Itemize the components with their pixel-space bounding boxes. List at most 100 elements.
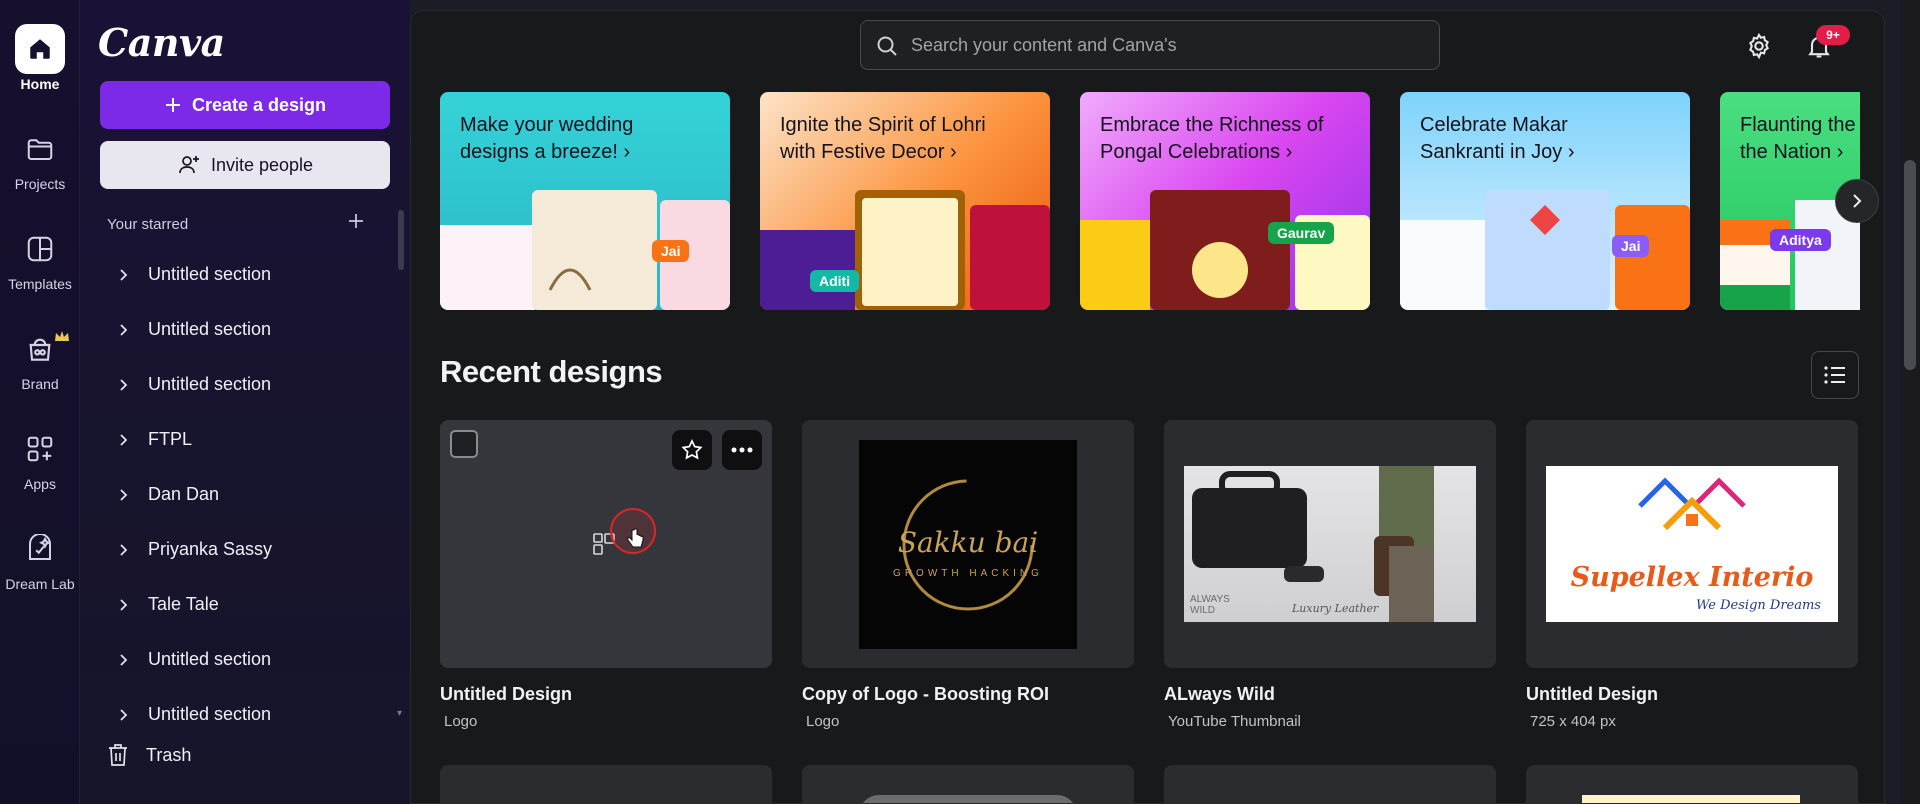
design-subtitle: Logo <box>806 713 840 730</box>
banner-line1: Flaunting the <box>1740 114 1856 136</box>
design-title[interactable]: Copy of Logo - Boosting ROI <box>802 684 1134 705</box>
thumbnail-preview: ALWAYS WILD Luxury Leather <box>1184 466 1476 622</box>
search-icon <box>875 34 899 63</box>
chevron-right-icon <box>100 268 148 282</box>
banner-text: Celebrate Makar Sankranti in Joy › <box>1420 112 1680 166</box>
banner-text: Embrace the Richness of Pongal Celebrati… <box>1100 112 1360 166</box>
add-starred-icon[interactable] <box>347 212 365 235</box>
recent-designs-title: Recent designs <box>440 354 663 389</box>
collaborator-tag: Jai <box>1612 235 1650 257</box>
section-label: Dan Dan <box>148 484 220 504</box>
design-title[interactable]: ALways Wild <box>1164 684 1496 705</box>
logo-preview-subtitle: GROWTH HACKING <box>893 568 1043 579</box>
templates-icon <box>15 224 65 274</box>
banner-line1: Ignite the Spirit of Lohri <box>780 114 986 136</box>
design-thumbnail[interactable]: Sakku bai GROWTH HACKING <box>802 420 1134 668</box>
collaborator-tag: Aditya <box>1770 229 1831 251</box>
banner-lohri[interactable]: Ignite the Spirit of Lohri with Festive … <box>760 92 1050 310</box>
design-title[interactable]: Untitled Design <box>1526 684 1858 705</box>
design-subtitle: Logo <box>444 713 478 730</box>
list-view-toggle[interactable] <box>1811 351 1859 399</box>
search-placeholder: Search your content and Canva's <box>911 34 1177 55</box>
design-title[interactable]: Untitled Design <box>440 684 772 705</box>
banner-art <box>1080 190 1370 310</box>
chevron-right-icon <box>100 598 148 612</box>
trash-icon <box>109 744 127 766</box>
banner-line1: Celebrate Makar <box>1420 114 1568 136</box>
design-card-partial[interactable] <box>802 765 1134 803</box>
design-thumbnail[interactable]: Supellex Interio We Design Dreams <box>1526 420 1858 668</box>
star-button[interactable] <box>672 430 712 470</box>
design-thumbnail[interactable]: ALWAYS WILD Luxury Leather <box>1164 420 1496 668</box>
collaborator-tag: Gaurav <box>1268 222 1335 244</box>
banner-line2: Pongal Celebrations › <box>1100 141 1293 163</box>
sidebar-scrollbar[interactable] <box>398 210 404 270</box>
rail-item-home[interactable]: Home <box>0 24 80 114</box>
starred-section-item[interactable]: FTPL <box>100 412 390 467</box>
rail-label-brand: Brand <box>21 376 59 392</box>
section-label: Untitled section <box>148 264 272 284</box>
search-input[interactable]: Search your content and Canva's <box>860 20 1440 70</box>
starred-section-item[interactable]: Untitled section <box>100 247 390 302</box>
section-label: FTPL <box>148 429 193 449</box>
starred-section-item[interactable]: Priyanka Sassy <box>100 522 390 577</box>
design-card-partial[interactable] <box>440 765 772 803</box>
scroll-down-arrow-icon[interactable]: ▾ <box>397 708 402 719</box>
rail-item-projects[interactable]: Projects <box>0 124 80 214</box>
design-card[interactable]: Sakku bai GROWTH HACKING Copy of Logo - … <box>802 420 1134 730</box>
banner-line2: designs a breeze! › <box>460 141 631 163</box>
starred-section-item[interactable]: Dan Dan <box>100 467 390 522</box>
create-design-label: Create a design <box>191 94 327 115</box>
starred-section-item[interactable]: Untitled section <box>100 357 390 412</box>
collaborator-tag: Aditi <box>810 270 860 292</box>
banner-makar-sankranti[interactable]: Celebrate Makar Sankranti in Joy › Jai <box>1400 92 1690 310</box>
rail-item-dream-lab[interactable]: Dream Lab <box>0 524 80 614</box>
add-user-icon <box>179 156 199 174</box>
main-content: Search your content and Canva's 9+ Make … <box>410 10 1885 804</box>
starred-section-item[interactable]: Untitled section <box>100 302 390 357</box>
banner-wedding[interactable]: Make your wedding designs a breeze! › Ja… <box>440 92 730 310</box>
chevron-right-icon <box>100 708 148 722</box>
trash-link[interactable]: Trash <box>106 742 191 768</box>
rail-item-apps[interactable]: Apps <box>0 424 80 514</box>
rail-item-brand[interactable]: Brand <box>0 324 80 414</box>
thumbnail-preview <box>859 795 1077 803</box>
crown-icon <box>54 330 70 348</box>
starred-section-item[interactable]: Untitled section <box>100 632 390 687</box>
chevron-right-icon <box>100 653 148 667</box>
chevron-right-icon <box>100 323 148 337</box>
section-label: Priyanka Sassy <box>148 539 273 559</box>
design-thumbnail[interactable] <box>440 420 772 668</box>
invite-people-label: Invite people <box>210 154 314 175</box>
carousel-next-button[interactable] <box>1835 179 1879 223</box>
houses-logo-graphic <box>1638 477 1746 531</box>
rail-item-templates[interactable]: Templates <box>0 224 80 314</box>
select-checkbox[interactable] <box>450 430 478 458</box>
rail-label-apps: Apps <box>24 476 56 492</box>
top-bar: Search your content and Canva's 9+ <box>411 11 1884 81</box>
plus-icon <box>165 98 180 112</box>
banner-text: Make your wedding designs a breeze! › <box>460 112 720 166</box>
create-design-button[interactable]: Create a design <box>100 81 390 129</box>
canva-logo[interactable]: Canva <box>98 20 225 65</box>
list-icon <box>1824 366 1845 384</box>
design-card[interactable]: Supellex Interio We Design Dreams Untitl… <box>1526 420 1858 730</box>
page-scrollbar[interactable] <box>1900 0 1920 804</box>
home-icon <box>15 24 65 74</box>
more-options-button[interactable] <box>722 430 762 470</box>
design-card-partial[interactable] <box>1526 765 1858 803</box>
page-scrollbar-thumb[interactable] <box>1904 160 1916 370</box>
left-rail: Home Projects Templates Brand Apps Dream… <box>0 0 80 804</box>
design-card[interactable]: ALWAYS WILD Luxury Leather ALways Wild Y… <box>1164 420 1496 730</box>
starred-section-item[interactable]: Untitled section <box>100 687 390 742</box>
starred-section-item[interactable]: Tale Tale <box>100 577 390 632</box>
gear-icon[interactable] <box>1745 32 1773 65</box>
invite-people-button[interactable]: Invite people <box>100 141 390 189</box>
design-card-partial[interactable] <box>1164 765 1496 803</box>
banner-pongal[interactable]: Embrace the Richness of Pongal Celebrati… <box>1080 92 1370 310</box>
hand-cursor-icon <box>627 528 644 548</box>
dream-lab-icon <box>15 524 65 574</box>
design-card[interactable]: Untitled Design Logo <box>440 420 772 730</box>
banner-line1: Make your wedding <box>460 114 634 136</box>
thumbnail-preview: Supellex Interio We Design Dreams <box>1546 466 1838 622</box>
